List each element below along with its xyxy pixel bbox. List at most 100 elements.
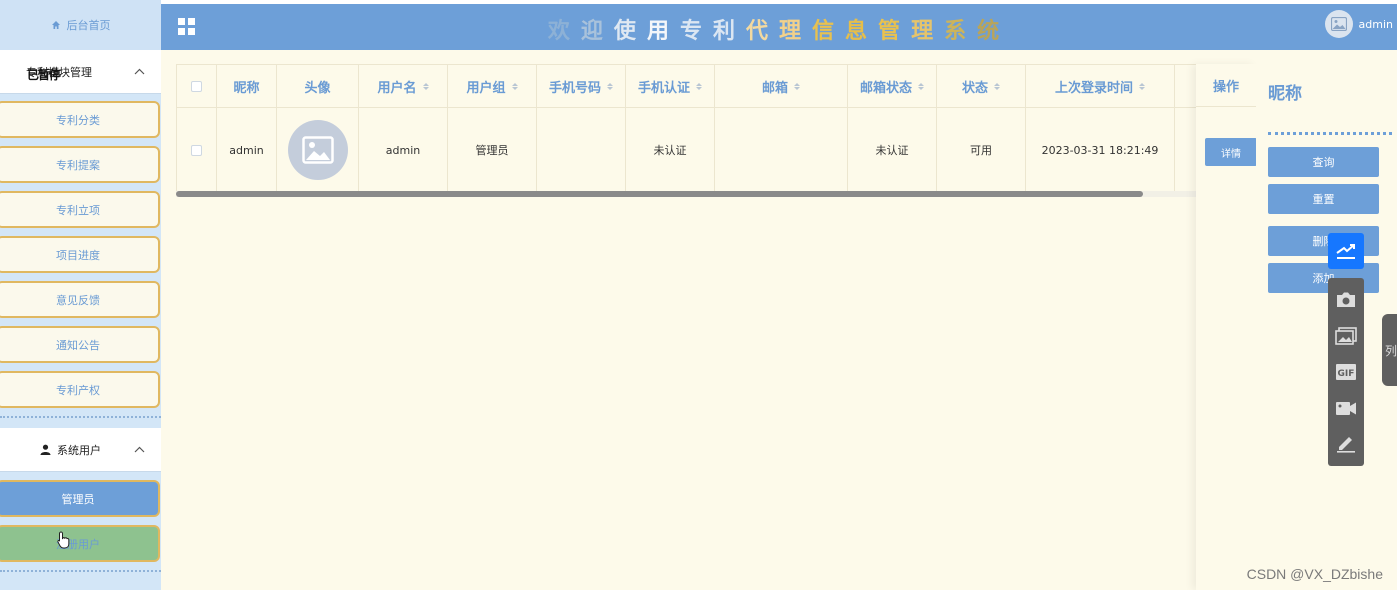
table-header: 昵称 头像 用户名 用户组 手机号码 手机认证 邮箱 邮箱状态 状态 上次登录时… <box>177 65 1260 108</box>
col-header-label: 用户名 <box>377 80 417 96</box>
title-char: 统 <box>977 19 1011 44</box>
cell-username: admin <box>359 108 448 192</box>
title-char: 专 <box>679 19 713 44</box>
cell-group: 管理员 <box>448 108 537 192</box>
sidebar-item-registered-user[interactable]: 注册用户 <box>0 525 160 562</box>
cell-phone <box>537 108 626 192</box>
gif-button[interactable]: GIF <box>1335 361 1357 383</box>
table-row: admin admin 管理员 未认证 未认证 可用 2023-03-31 18… <box>177 108 1260 192</box>
sidebar-group-label: 系统用户 <box>57 443 101 457</box>
image-icon <box>1330 17 1347 31</box>
cell-phone-verified: 未认证 <box>626 108 715 192</box>
hand-cursor-icon <box>57 531 70 549</box>
reset-button[interactable]: 重置 <box>1268 184 1379 214</box>
sort-icon <box>511 82 518 90</box>
horizontal-scrollbar[interactable] <box>176 191 1261 197</box>
cell-avatar <box>277 108 359 192</box>
scrollbar-thumb[interactable] <box>176 191 1143 197</box>
home-icon <box>51 21 60 29</box>
share-icon <box>1336 244 1355 259</box>
record-button[interactable] <box>1335 397 1357 419</box>
sidebar: 后台首页 专利模块管理 专利分类 专利提案 专利立项 项目进度 意见反馈 通知公… <box>0 0 161 590</box>
search-input-nickname[interactable] <box>1268 132 1392 135</box>
watermark: CSDN @VX_DZbishe <box>1246 566 1383 582</box>
sidebar-home-link[interactable]: 后台首页 <box>0 0 161 50</box>
sidebar-group-patent[interactable]: 专利模块管理 <box>0 50 161 94</box>
query-button[interactable]: 查询 <box>1268 147 1379 177</box>
col-header-group[interactable]: 用户组 <box>448 65 537 107</box>
side-collapse-tab[interactable]: 列 <box>1382 314 1397 386</box>
col-header-label: 上次登录时间 <box>1054 80 1133 96</box>
title-char: 息 <box>845 19 879 44</box>
annotate-button[interactable] <box>1335 433 1357 455</box>
col-header-label: 头像 <box>304 80 331 96</box>
user-menu[interactable]: admin <box>1324 10 1393 38</box>
cell-email <box>715 108 848 192</box>
sidebar-item-progress[interactable]: 项目进度 <box>0 236 160 273</box>
col-header-label: 昵称 <box>233 80 260 96</box>
screenshot-button[interactable] <box>1335 289 1357 311</box>
title-char: 理 <box>911 19 945 44</box>
col-header-avatar: 头像 <box>277 65 359 107</box>
share-button[interactable] <box>1328 233 1364 269</box>
sort-icon <box>994 82 1000 90</box>
col-header-status[interactable]: 状态 <box>937 65 1026 107</box>
title-char: 代 <box>745 19 779 44</box>
sidebar-home-label: 后台首页 <box>66 19 111 32</box>
sidebar-item-label: 专利分类 <box>56 113 100 127</box>
col-header-email[interactable]: 邮箱 <box>715 65 848 107</box>
col-header-label: 手机认证 <box>637 80 690 96</box>
sidebar-item-label: 意见反馈 <box>56 293 100 307</box>
sidebar-item-label: 专利产权 <box>56 383 100 397</box>
detail-button[interactable]: 详情 <box>1205 138 1257 166</box>
sidebar-group-users[interactable]: 系统用户 <box>0 428 161 472</box>
title-char: 利 <box>712 19 746 44</box>
col-header-nickname: 昵称 <box>217 65 277 107</box>
pen-icon <box>1337 437 1355 453</box>
side-tab-label: 列 <box>1384 343 1397 358</box>
sidebar-item-notice[interactable]: 通知公告 <box>0 326 160 363</box>
title-char: 信 <box>812 19 846 44</box>
long-screenshot-button[interactable] <box>1335 325 1357 347</box>
sort-icon <box>422 82 429 90</box>
sidebar-item-proposal[interactable]: 专利提案 <box>0 146 160 183</box>
capture-toolbar: GIF <box>1328 278 1364 466</box>
col-header-label: 手机号码 <box>548 80 601 96</box>
search-panel: 昵称 查询 重置 删除 添加 <box>1256 64 1397 590</box>
top-header: 欢迎使用专利代理信息管理系统 admin <box>161 4 1397 50</box>
row-checkbox[interactable] <box>191 144 202 156</box>
sidebar-divider <box>0 570 161 572</box>
title-char: 欢 <box>547 19 581 44</box>
col-header-username[interactable]: 用户名 <box>359 65 448 107</box>
svg-text:GIF: GIF <box>1338 369 1355 379</box>
image-placeholder-icon <box>301 136 334 164</box>
sidebar-item-admin[interactable]: 管理员 <box>0 480 160 517</box>
chevron-up-icon <box>133 444 145 456</box>
sort-icon <box>607 82 613 90</box>
avatar <box>287 120 348 180</box>
video-camera-icon <box>1336 402 1356 415</box>
title-char: 管 <box>878 19 912 44</box>
sidebar-item-label: 通知公告 <box>56 338 100 352</box>
col-header-phone[interactable]: 手机号码 <box>537 65 626 107</box>
images-icon <box>1335 327 1357 345</box>
sidebar-item-feedback[interactable]: 意见反馈 <box>0 281 160 318</box>
cell-email-status: 未认证 <box>848 108 937 192</box>
sort-icon <box>696 82 702 90</box>
col-header-email-status[interactable]: 邮箱状态 <box>848 65 937 107</box>
sidebar-item-label: 项目进度 <box>56 248 100 262</box>
search-label-nickname: 昵称 <box>1268 84 1302 104</box>
sidebar-item-label: 专利立项 <box>56 203 100 217</box>
col-header-last-login[interactable]: 上次登录时间 <box>1026 65 1175 107</box>
sidebar-item-label: 管理员 <box>61 492 95 506</box>
username-label: admin <box>1358 17 1393 31</box>
col-header-phone-verified[interactable]: 手机认证 <box>626 65 715 107</box>
sidebar-item-label: 专利提案 <box>56 158 100 172</box>
sort-icon <box>918 82 924 90</box>
sidebar-item-project[interactable]: 专利立项 <box>0 191 160 228</box>
paused-tag: 已暂停 <box>27 68 61 82</box>
sidebar-item-property[interactable]: 专利产权 <box>0 371 160 408</box>
select-all-cell <box>177 65 217 107</box>
sidebar-item-category[interactable]: 专利分类 <box>0 101 160 138</box>
select-all-checkbox[interactable] <box>191 80 202 92</box>
